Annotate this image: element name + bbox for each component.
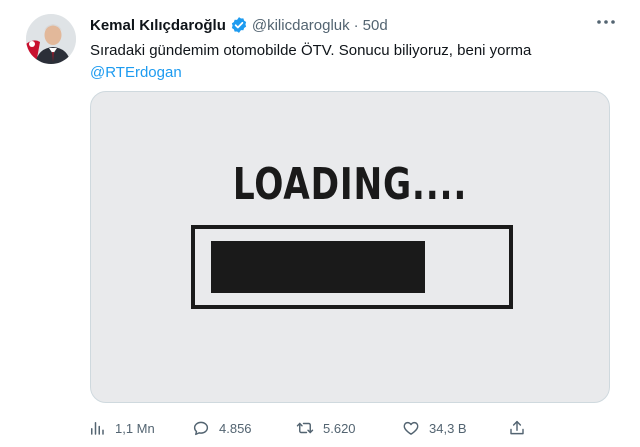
author-name[interactable]: Kemal Kılıçdaroğlu (90, 17, 226, 34)
verified-badge-icon (230, 16, 248, 34)
retweet-count: 5.620 (323, 420, 356, 436)
share-icon (510, 420, 524, 435)
tweet-header: Kemal Kılıçdaroğlu @kilicdarogluk · 50d (90, 14, 620, 36)
reply-button[interactable]: 4.856 (192, 416, 252, 440)
tweet-timestamp[interactable]: 50d (363, 17, 388, 34)
tweet-media-image[interactable]: LOADING.... (90, 91, 610, 403)
reply-icon (193, 421, 209, 436)
share-button[interactable] (508, 416, 526, 440)
loading-text: LOADING.... (232, 159, 468, 210)
author-handle[interactable]: @kilicdarogluk (252, 17, 350, 34)
loading-progress-bar (191, 225, 513, 309)
more-horizontal-icon (597, 20, 615, 24)
tweet-actions: 1,1 Mn 4.856 5.620 34,3 B (88, 416, 538, 440)
views-button[interactable]: 1,1 Mn (88, 416, 155, 440)
retweet-icon (296, 422, 314, 434)
heart-icon (403, 421, 419, 435)
avatar[interactable] (26, 14, 76, 64)
separator-dot: · (353, 16, 359, 34)
like-button[interactable]: 34,3 B (402, 416, 467, 440)
tweet[interactable]: Kemal Kılıçdaroğlu @kilicdarogluk · 50d … (0, 0, 640, 447)
reply-count: 4.856 (219, 420, 252, 436)
like-count: 34,3 B (429, 420, 467, 436)
tweet-text: Sıradaki gündemim otomobilde ÖTV. Sonucu… (90, 40, 610, 84)
mention-link[interactable]: @RTErdogan (90, 62, 610, 84)
tweet-body-text: Sıradaki gündemim otomobilde ÖTV. Sonucu… (90, 42, 532, 59)
loading-progress-fill (211, 241, 425, 293)
analytics-icon (91, 422, 104, 435)
views-count: 1,1 Mn (115, 420, 155, 436)
more-options-button[interactable] (594, 12, 618, 32)
retweet-button[interactable]: 5.620 (296, 416, 356, 440)
